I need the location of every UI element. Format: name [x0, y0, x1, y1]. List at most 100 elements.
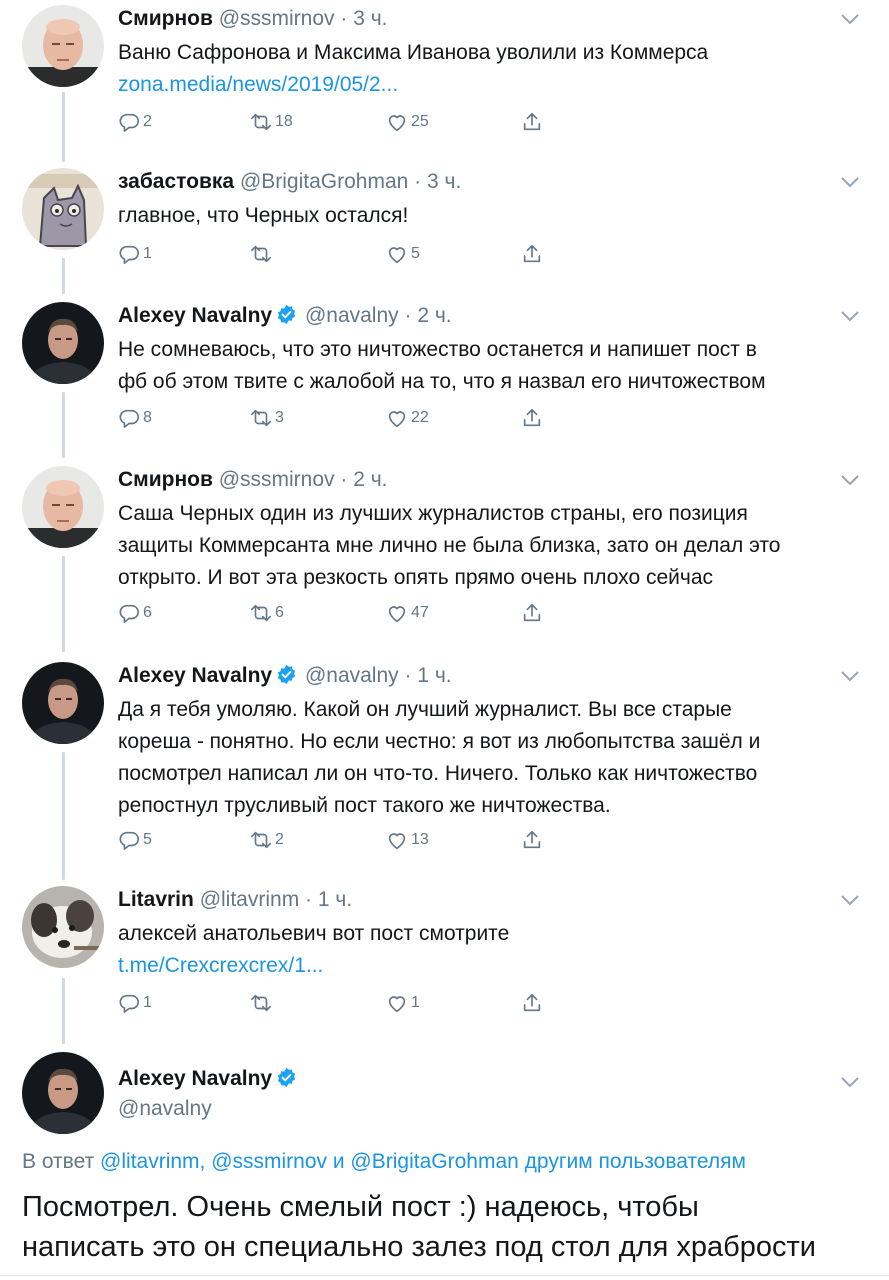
avatar[interactable] [22, 662, 104, 744]
tweet-text: Саша Черных один из лучших журналистов с… [118, 502, 781, 589]
chevron-down-icon[interactable] [839, 175, 861, 189]
chevron-down-icon[interactable] [839, 669, 861, 683]
share-icon [523, 408, 541, 427]
share-button[interactable] [521, 404, 546, 432]
thread-connector [62, 556, 65, 652]
author-name[interactable]: Alexey Navalny [118, 1067, 272, 1090]
timestamp[interactable]: 3 ч. [427, 170, 461, 193]
like-button[interactable]: 1 [386, 989, 420, 1017]
retweet-icon [251, 409, 271, 427]
verified-badge-icon [277, 304, 296, 325]
retweet-button[interactable]: 3 [250, 404, 284, 432]
retweet-button[interactable]: 2 [250, 826, 284, 854]
tweet-link[interactable]: t.me/Crexcrexcrex/1... [118, 950, 859, 982]
retweet-icon [251, 604, 271, 622]
timestamp[interactable]: 1 ч. [417, 664, 451, 687]
share-button[interactable] [521, 240, 546, 268]
thread-connector [62, 258, 65, 294]
thread-connector [62, 92, 65, 162]
author-handle[interactable]: @navalny [305, 304, 399, 327]
focused-tweet-text: Посмотрел. Очень смелый пост :) надеюсь,… [22, 1191, 816, 1263]
heart-icon [388, 606, 406, 623]
author-handle[interactable]: @navalny [118, 1095, 212, 1123]
heart-icon [388, 996, 406, 1013]
tweet-text: Ваню Сафронова и Максима Иванова уволили… [118, 37, 859, 101]
share-button[interactable] [521, 108, 546, 136]
chevron-down-icon[interactable] [839, 473, 861, 487]
reply-button[interactable]: 6 [118, 599, 152, 627]
author-handle[interactable]: @sssmirnov [219, 468, 335, 491]
timestamp[interactable]: 2 ч. [353, 468, 387, 491]
like-button[interactable]: 22 [386, 404, 429, 432]
avatar[interactable] [22, 5, 104, 87]
heart-icon [388, 411, 406, 428]
retweet-button[interactable] [250, 989, 275, 1017]
reply-icon [119, 994, 139, 1013]
avatar[interactable] [22, 1052, 104, 1134]
reply-button[interactable]: 1 [118, 240, 152, 268]
thread-connector [62, 978, 65, 1044]
reply-mentions-link[interactable]: @litavrinm, @sssmirnov и @BrigitaGrohman… [100, 1150, 746, 1173]
author-name[interactable]: Смирнов [118, 468, 213, 491]
author-name[interactable]: Litavrin [118, 888, 194, 911]
retweet-icon [251, 113, 271, 131]
tweet-actions: 8 3 22 [118, 404, 578, 432]
avatar[interactable] [22, 886, 104, 968]
retweet-button[interactable] [250, 240, 275, 268]
tweet-actions: 5 2 13 [118, 826, 578, 854]
share-icon [523, 112, 541, 131]
author-handle[interactable]: @navalny [305, 664, 399, 687]
reply-button[interactable]: 1 [118, 989, 152, 1017]
retweet-button[interactable]: 18 [250, 108, 293, 136]
share-button[interactable] [521, 826, 546, 854]
author-name[interactable]: Alexey Navalny [118, 664, 272, 687]
avatar[interactable] [22, 168, 104, 250]
reply-icon [119, 831, 139, 850]
author-handle[interactable]: @litavrinm [200, 888, 300, 911]
heart-icon [388, 115, 406, 132]
tweet-text: Да я тебя умоляю. Какой он лучший журнал… [118, 698, 761, 817]
avatar[interactable] [22, 466, 104, 548]
heart-icon [388, 833, 406, 850]
heart-icon [388, 247, 406, 264]
tweet-actions: 1 5 [118, 240, 578, 268]
author-handle[interactable]: @BrigitaGrohman [240, 170, 408, 193]
like-button[interactable]: 5 [386, 240, 420, 268]
timestamp[interactable]: 1 ч. [318, 888, 352, 911]
avatar[interactable] [22, 302, 104, 384]
reply-icon [119, 245, 139, 264]
like-button[interactable]: 47 [386, 599, 429, 627]
thread-connector [62, 392, 65, 458]
divider [0, 1275, 889, 1276]
share-icon [523, 603, 541, 622]
reply-icon [119, 409, 139, 428]
timestamp[interactable]: 3 ч. [353, 7, 387, 30]
like-button[interactable]: 13 [386, 826, 429, 854]
tweet-actions: 1 1 [118, 989, 578, 1017]
chevron-down-icon[interactable] [839, 12, 861, 26]
retweet-icon [251, 831, 271, 849]
chevron-down-icon[interactable] [839, 309, 861, 323]
like-button[interactable]: 25 [386, 108, 429, 136]
reply-button[interactable]: 8 [118, 404, 152, 432]
author-name[interactable]: забастовка [118, 170, 234, 193]
share-icon [523, 993, 541, 1012]
author-handle[interactable]: @sssmirnov [219, 7, 335, 30]
retweet-icon [251, 994, 271, 1012]
reply-button[interactable]: 5 [118, 826, 152, 854]
reply-icon [119, 604, 139, 623]
verified-badge-icon [277, 664, 296, 685]
tweet-text: алексей анатольевич вот пост смотрите t.m… [118, 918, 859, 982]
reply-context: В ответ @litavrinm, @sssmirnov и @Brigit… [22, 1150, 746, 1173]
tweet-text: Не сомневаюсь, что это ничтожество остан… [118, 338, 766, 393]
tweet-link[interactable]: zona.media/news/2019/05/2... [118, 69, 859, 101]
timestamp[interactable]: 2 ч. [417, 304, 451, 327]
share-button[interactable] [521, 599, 546, 627]
share-button[interactable] [521, 989, 546, 1017]
author-name[interactable]: Смирнов [118, 7, 213, 30]
chevron-down-icon[interactable] [839, 893, 861, 907]
retweet-button[interactable]: 6 [250, 599, 284, 627]
reply-button[interactable]: 2 [118, 108, 152, 136]
chevron-down-icon[interactable] [839, 1075, 861, 1089]
author-name[interactable]: Alexey Navalny [118, 304, 272, 327]
